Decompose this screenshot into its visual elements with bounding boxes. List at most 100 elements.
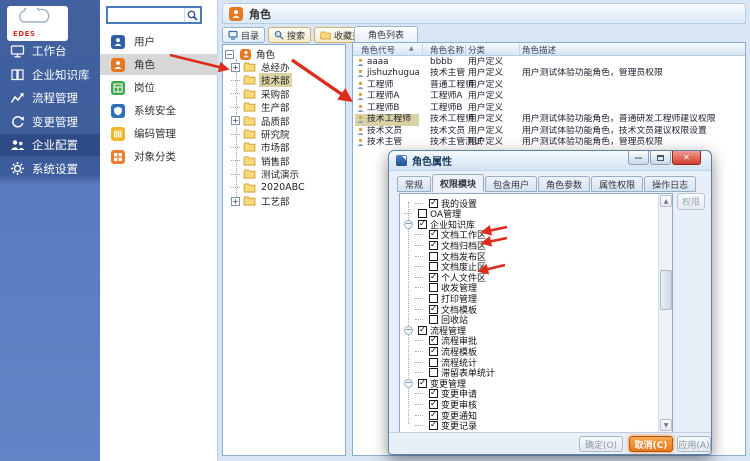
tab-included-users[interactable]: 包含用户 bbox=[485, 176, 537, 192]
tree-node[interactable]: 技术部 bbox=[231, 74, 292, 86]
tab-operation-log[interactable]: 操作日志 bbox=[644, 176, 696, 192]
module-item-security[interactable]: 系统安全 bbox=[100, 100, 218, 121]
scroll-down-icon[interactable]: ▼ bbox=[660, 419, 672, 431]
permission-checkbox[interactable]: ✓ bbox=[429, 389, 438, 398]
tab-role-list[interactable]: 角色列表 bbox=[354, 26, 418, 42]
tree-node[interactable]: + 工艺部 bbox=[231, 195, 292, 207]
cell-category[interactable]: 用户定义 bbox=[468, 137, 518, 149]
sidebar-item-change[interactable]: 变更管理 bbox=[0, 111, 100, 133]
permission-checkbox[interactable]: ✓ bbox=[429, 273, 438, 282]
tree-node[interactable]: 市场部 bbox=[231, 141, 292, 153]
table-row[interactable]: 技术工程师技术工程师用户定义用户测试体验功能角色，普通研发工程师建议权限 bbox=[353, 114, 745, 126]
sidebar-item-system-settings[interactable]: 系统设置 bbox=[0, 158, 100, 180]
sidebar-item-enterprise-config[interactable]: 企业配置 bbox=[0, 134, 100, 156]
permission-checkbox[interactable] bbox=[429, 283, 438, 292]
permission-checkbox[interactable] bbox=[429, 358, 438, 367]
column-header-description[interactable]: 角色描述 bbox=[522, 44, 556, 56]
close-button[interactable]: ✕ bbox=[672, 151, 701, 165]
cell-category[interactable]: 用户定义 bbox=[468, 91, 518, 103]
tree-node-label[interactable]: 研究院 bbox=[259, 127, 292, 141]
table-row[interactable]: jishuzhuguan技术主管用户定义用户测试体验功能角色，管理员权限 bbox=[353, 68, 745, 80]
permission-checkbox[interactable]: ✓ bbox=[429, 305, 438, 314]
permission-checkbox[interactable]: ✓ bbox=[418, 220, 427, 229]
cell-role-code[interactable]: jishuzhuguan bbox=[355, 68, 419, 80]
table-row[interactable]: 工程师普通工程师用户定义 bbox=[353, 80, 745, 92]
tree-node-label[interactable]: 工艺部 bbox=[259, 194, 292, 208]
permission-checkbox[interactable]: ✓ bbox=[429, 400, 438, 409]
tree-node-label[interactable]: 测试演示 bbox=[259, 167, 301, 181]
tree-node-label[interactable]: 总经办 bbox=[259, 60, 292, 74]
expand-icon[interactable]: + bbox=[231, 197, 240, 206]
tree-node-label[interactable]: 市场部 bbox=[259, 140, 292, 154]
table-row[interactable]: 工程师A工程师A用户定义 bbox=[353, 91, 745, 103]
apply-button[interactable]: 应用(A) bbox=[677, 436, 711, 452]
tree-node[interactable]: 测试演示 bbox=[231, 168, 301, 180]
permission-checkbox[interactable]: ✓ bbox=[418, 379, 427, 388]
module-item-coding[interactable]: 编码管理 bbox=[100, 123, 218, 144]
scroll-up-icon[interactable]: ▲ bbox=[660, 195, 672, 207]
cell-description[interactable]: 用户测试体验功能角色，普通研发工程师建议权限 bbox=[522, 114, 745, 126]
tree-node-label[interactable]: 销售部 bbox=[259, 154, 292, 168]
cell-category[interactable]: 用户定义 bbox=[468, 126, 518, 138]
tab-search[interactable]: 搜索 bbox=[268, 27, 311, 43]
table-row[interactable]: 技术文员技术文员用户定义用户测试体验功能角色，技术文员建议权限设置 bbox=[353, 126, 745, 138]
expand-icon[interactable]: + bbox=[231, 116, 240, 125]
permission-checkbox[interactable] bbox=[418, 209, 427, 218]
cell-role-code[interactable]: 技术工程师 bbox=[355, 114, 419, 126]
permission-node[interactable]: ✓变更记录 bbox=[415, 421, 477, 431]
tab-permission-modules[interactable]: 权限模块 bbox=[432, 174, 484, 192]
cell-description[interactable] bbox=[522, 57, 745, 69]
tree-node[interactable]: 研究院 bbox=[231, 128, 292, 140]
cell-role-code[interactable]: 工程师B bbox=[355, 103, 419, 115]
sort-asc-icon[interactable]: ▲ bbox=[409, 45, 414, 52]
tree-node[interactable]: 采购部 bbox=[231, 88, 292, 100]
tab-role-params[interactable]: 角色参数 bbox=[538, 176, 590, 192]
tree-node-label[interactable]: 生产部 bbox=[259, 100, 292, 114]
scrollbar[interactable]: ▲ ▼ bbox=[658, 194, 672, 432]
search-button[interactable] bbox=[184, 8, 200, 22]
sidebar-item-knowledge-base[interactable]: 企业知识库 bbox=[0, 64, 100, 86]
cell-category[interactable]: 用户定义 bbox=[468, 80, 518, 92]
permission-checkbox[interactable] bbox=[429, 252, 438, 261]
permission-checkbox[interactable]: ✓ bbox=[429, 421, 438, 430]
permission-checkbox[interactable] bbox=[429, 294, 438, 303]
dialog-titlebar[interactable]: 角色属性 — ✕ bbox=[389, 151, 711, 171]
cell-category[interactable]: 用户定义 bbox=[468, 114, 518, 126]
cell-role-code[interactable]: aaaa bbox=[355, 57, 419, 69]
column-header-name[interactable]: 角色名称 bbox=[430, 44, 464, 56]
tree-node[interactable]: 2020ABC bbox=[231, 182, 307, 194]
module-item-roles[interactable]: 角色 bbox=[100, 54, 218, 75]
table-row[interactable]: 工程师B工程师B用户定义 bbox=[353, 103, 745, 115]
tree-node[interactable]: +品质部 bbox=[231, 115, 292, 127]
permission-checkbox[interactable]: ✓ bbox=[429, 347, 438, 356]
sidebar-item-workbench[interactable]: 工作台 bbox=[0, 40, 100, 62]
permission-checkbox[interactable]: ✓ bbox=[429, 411, 438, 420]
tree-node-label[interactable]: 采购部 bbox=[259, 87, 292, 101]
tree-node[interactable]: 销售部 bbox=[231, 155, 292, 167]
tree-node[interactable]: 生产部 bbox=[231, 101, 292, 113]
maximize-button[interactable] bbox=[650, 151, 671, 165]
search-input[interactable] bbox=[108, 10, 184, 20]
sidebar-item-process[interactable]: 流程管理 bbox=[0, 87, 100, 109]
column-header-code[interactable]: 角色代号 bbox=[361, 44, 395, 56]
expand-icon[interactable]: + bbox=[231, 63, 240, 72]
table-row[interactable]: aaaabbbb用户定义 bbox=[353, 57, 745, 69]
module-item-object-class[interactable]: 对象分类 bbox=[100, 146, 218, 167]
cell-description[interactable]: 用户测试体验功能角色，管理员权限 bbox=[522, 68, 745, 80]
column-header-category[interactable]: 分类 bbox=[468, 44, 485, 56]
collapse-icon[interactable]: − bbox=[404, 326, 413, 335]
permission-button[interactable]: 权限 bbox=[677, 193, 705, 210]
tab-attribute-permissions[interactable]: 属性权限 bbox=[591, 176, 643, 192]
cell-description[interactable] bbox=[522, 91, 745, 103]
collapse-icon[interactable]: − bbox=[404, 379, 413, 388]
permission-checkbox[interactable]: ✓ bbox=[429, 230, 438, 239]
collapse-icon[interactable]: − bbox=[225, 50, 234, 59]
collapse-icon[interactable]: − bbox=[404, 220, 413, 229]
tab-directory[interactable]: 目录 bbox=[222, 27, 265, 43]
cell-category[interactable]: 用户定义 bbox=[468, 103, 518, 115]
cell-description[interactable] bbox=[522, 103, 745, 115]
cell-description[interactable] bbox=[522, 80, 745, 92]
cell-category[interactable]: 用户定义 bbox=[468, 68, 518, 80]
cell-description[interactable]: 用户测试体验功能角色，技术文员建议权限设置 bbox=[522, 126, 745, 138]
table-row[interactable]: 技术主管技术主管测试用户定义用户测试体验功能角色，管理员权限 bbox=[353, 137, 745, 149]
